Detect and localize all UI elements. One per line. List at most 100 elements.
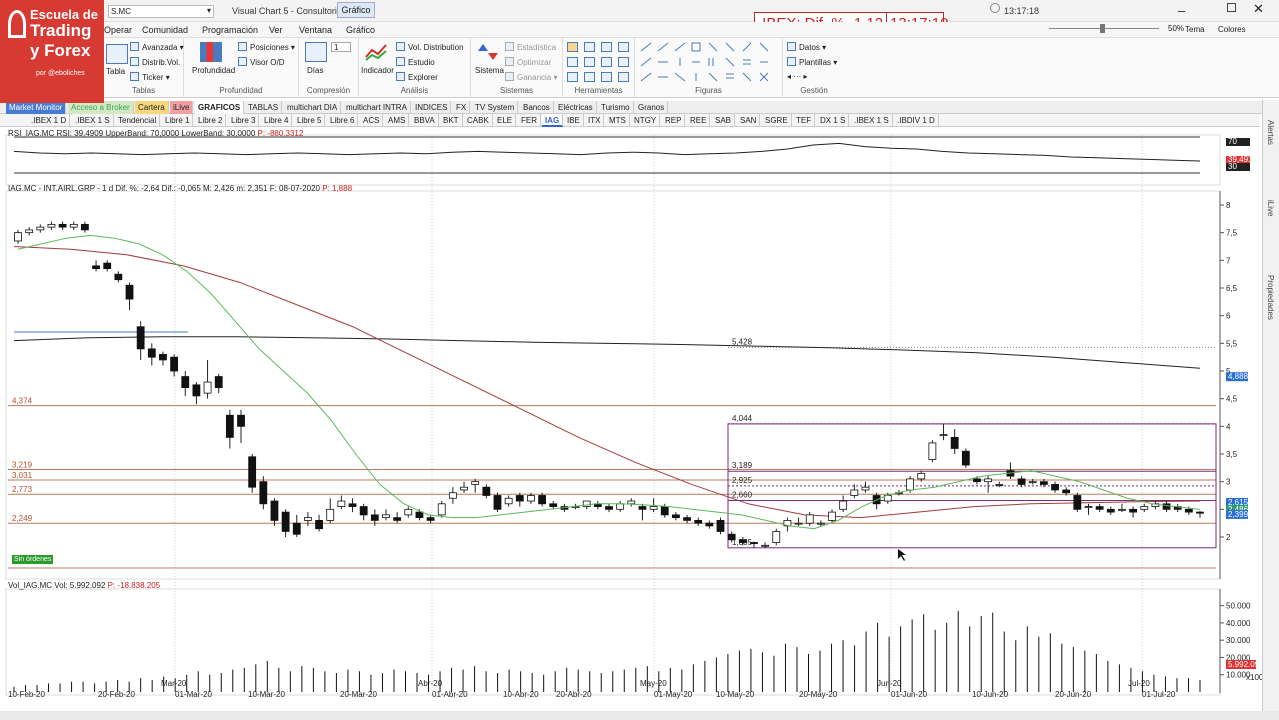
tab-libre-6[interactable]: Libre 6 bbox=[327, 114, 359, 127]
distrib-vol-button[interactable]: Distrib.Vol. bbox=[130, 57, 180, 67]
candle-body bbox=[326, 508, 335, 521]
vol-distribution-button[interactable]: Vol. Distribution bbox=[396, 42, 464, 52]
tab-indices[interactable]: INDICES bbox=[412, 101, 452, 114]
tabla-button[interactable]: Tabla bbox=[106, 67, 125, 76]
profundidad-button[interactable]: Profundidad bbox=[192, 66, 235, 75]
tab-cabk[interactable]: CABK bbox=[464, 114, 493, 127]
plantillas-button[interactable]: Plantillas ▾ bbox=[787, 57, 837, 67]
side-alertas[interactable]: Alertas bbox=[1266, 120, 1275, 145]
posiciones-button[interactable]: Posiciones ▾ bbox=[238, 42, 295, 52]
compression-value[interactable]: 1 bbox=[331, 42, 351, 52]
sistema-button[interactable]: Sistema bbox=[475, 66, 504, 75]
tab-tablas[interactable]: TABLAS bbox=[245, 101, 283, 114]
side-propiedades[interactable]: Propiedades bbox=[1266, 275, 1275, 320]
tool4-icon[interactable] bbox=[618, 42, 629, 52]
colors-menu[interactable]: Colores bbox=[1218, 25, 1246, 34]
tool6-icon[interactable] bbox=[584, 57, 595, 67]
maximize-button[interactable] bbox=[1227, 3, 1236, 12]
datos-button[interactable]: Datos ▾ bbox=[787, 42, 826, 52]
orders-badge[interactable]: Sin órdenes bbox=[12, 555, 54, 564]
zoom-slider-thumb[interactable] bbox=[1100, 24, 1105, 33]
menu-comunidad[interactable]: Comunidad bbox=[142, 25, 188, 35]
tab-fx[interactable]: FX bbox=[453, 101, 471, 114]
tab-ibex-1-d[interactable]: .IBEX 1 D bbox=[28, 114, 71, 127]
menu-ver[interactable]: Ver bbox=[269, 25, 283, 35]
workspace-tabs: Market Monitor Acceso a Broker Cartera iLiv… bbox=[0, 101, 1279, 114]
minimize-button[interactable]: – bbox=[1178, 3, 1185, 18]
tab-dx-1-s[interactable]: DX 1 S bbox=[817, 114, 850, 127]
dias-button[interactable]: Días bbox=[307, 66, 323, 75]
indicador-button[interactable]: Indicador bbox=[361, 66, 394, 75]
tab-rep[interactable]: REP bbox=[662, 114, 686, 127]
tab-libre-4[interactable]: Libre 4 bbox=[261, 114, 293, 127]
tab-san[interactable]: SAN bbox=[737, 114, 761, 127]
chevron-down-icon[interactable]: ▾ bbox=[207, 6, 211, 15]
menu-ventana[interactable]: Ventana bbox=[299, 25, 332, 35]
tab-el-ctricas[interactable]: Eléctricas bbox=[555, 101, 597, 114]
tool10-icon[interactable] bbox=[584, 72, 595, 82]
tab-bkt[interactable]: BKT bbox=[440, 114, 463, 127]
candle-body bbox=[471, 481, 480, 485]
context-tab[interactable]: Gráfico bbox=[337, 2, 375, 18]
menu-grafico[interactable]: Gráfico bbox=[346, 25, 375, 35]
figure-tools-icon[interactable] bbox=[639, 41, 779, 83]
tool5-icon[interactable] bbox=[567, 57, 578, 67]
tab-ilive[interactable]: iLive bbox=[170, 101, 194, 114]
tool2-icon[interactable] bbox=[584, 42, 595, 52]
tool3-icon[interactable] bbox=[601, 42, 612, 52]
tab-libre-1[interactable]: Libre 1 bbox=[162, 114, 194, 127]
tab-tendencial[interactable]: Tendencial bbox=[115, 114, 161, 127]
tab-itx[interactable]: ITX bbox=[585, 114, 605, 127]
tab-multichart-intra[interactable]: multichart INTRA bbox=[343, 101, 411, 114]
tab-tef[interactable]: TEF bbox=[793, 114, 816, 127]
ganancia-button[interactable]: Ganancia ▾ bbox=[505, 72, 558, 82]
tab-mts[interactable]: MTS bbox=[606, 114, 630, 127]
tool8-icon[interactable] bbox=[618, 57, 629, 67]
ticker-button[interactable]: Ticker ▾ bbox=[130, 72, 170, 82]
volume-tick: 50.000 bbox=[1226, 602, 1251, 611]
close-button[interactable]: ✕ bbox=[1253, 1, 1264, 17]
tab-ibe[interactable]: IBE bbox=[564, 114, 584, 127]
tab-cartera[interactable]: Cartera bbox=[135, 101, 169, 114]
menu-operar[interactable]: Operar bbox=[104, 25, 132, 35]
visor-od-button[interactable]: Visor O/D bbox=[238, 57, 285, 67]
theme-menu[interactable]: Tema bbox=[1185, 25, 1205, 34]
tool12-icon[interactable] bbox=[618, 72, 629, 82]
tab-libre-2[interactable]: Libre 2 bbox=[195, 114, 227, 127]
tool9-icon[interactable] bbox=[567, 72, 578, 82]
avanzada-button[interactable]: Avanzada ▾ bbox=[130, 42, 184, 52]
tab-ibdiv-1-d[interactable]: .IBDIV 1 D bbox=[894, 114, 939, 127]
nav-arrows-icon[interactable]: ◂ ··· ▸ bbox=[787, 72, 807, 81]
side-ilive[interactable]: iLive bbox=[1266, 200, 1275, 216]
tab-turismo[interactable]: Turismo bbox=[598, 101, 634, 114]
tab-bancos[interactable]: Bancos bbox=[520, 101, 554, 114]
tab-granos[interactable]: Granos bbox=[635, 101, 669, 114]
estudio-button[interactable]: Estudio bbox=[396, 57, 435, 67]
explorer-button[interactable]: Explorer bbox=[396, 72, 438, 82]
tab-sgre[interactable]: SGRE bbox=[762, 114, 792, 127]
tool11-icon[interactable] bbox=[601, 72, 612, 82]
chart-area[interactable]: 10-Feb-20 20-Feb-20 01-Mar-20 10-Mar-20 20-M… bbox=[0, 127, 1262, 711]
tab-ree[interactable]: REE bbox=[687, 114, 711, 127]
estadistica-button[interactable]: Estadística bbox=[505, 42, 556, 52]
tool7-icon[interactable] bbox=[601, 57, 612, 67]
tab-tv-system[interactable]: TV System bbox=[472, 101, 519, 114]
tab-bbva[interactable]: BBVA bbox=[411, 114, 439, 127]
tab-ele[interactable]: ELE bbox=[494, 114, 517, 127]
tab-acs[interactable]: ACS bbox=[360, 114, 384, 127]
tab-ibex-1-s[interactable]: .IBEX 1 S bbox=[851, 114, 893, 127]
tab-graficos[interactable]: GRAFICOS bbox=[195, 101, 245, 114]
tab-libre-5[interactable]: Libre 5 bbox=[294, 114, 326, 127]
tab-iag[interactable]: IAG bbox=[542, 114, 564, 127]
symbol-search[interactable]: S.MC ▾ bbox=[108, 5, 214, 18]
tab-sab[interactable]: SAB bbox=[712, 114, 736, 127]
tab-ntgy[interactable]: NTGY bbox=[631, 114, 661, 127]
tab-fer[interactable]: FER bbox=[518, 114, 541, 127]
tab-ams[interactable]: AMS bbox=[385, 114, 410, 127]
menu-programacion[interactable]: Programación bbox=[202, 25, 258, 35]
tab-libre-3[interactable]: Libre 3 bbox=[228, 114, 260, 127]
cursor-tool-icon[interactable] bbox=[567, 42, 578, 52]
optimizar-button[interactable]: Optimizar bbox=[505, 57, 551, 67]
tab-ibex-1-s[interactable]: .IBEX 1 S bbox=[72, 114, 114, 127]
tab-multichart-dia[interactable]: multichart DIA bbox=[284, 101, 342, 114]
